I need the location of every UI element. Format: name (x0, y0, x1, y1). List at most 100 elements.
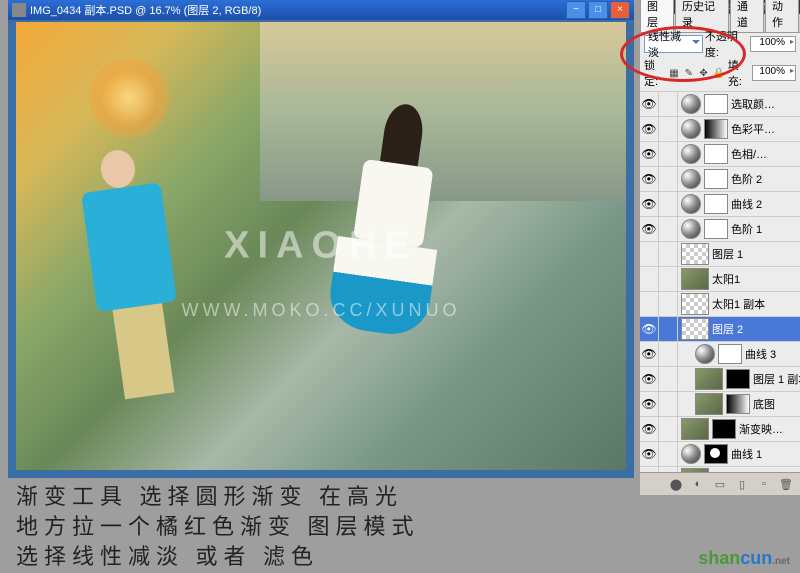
layer-name[interactable]: 色阶 1 (731, 221, 800, 237)
layer-name[interactable]: 色彩平… (731, 121, 800, 137)
layer-thumbnail[interactable] (681, 219, 701, 239)
visibility-toggle[interactable]: 👁 (640, 167, 659, 191)
layer-row[interactable]: 👁 底图 (640, 392, 800, 417)
minimize-button[interactable]: − (566, 1, 586, 19)
visibility-toggle[interactable] (640, 267, 659, 291)
link-cell[interactable] (659, 92, 678, 116)
link-cell[interactable] (659, 192, 678, 216)
layer-mask[interactable] (726, 394, 750, 414)
layer-thumbnail[interactable] (695, 344, 715, 364)
lock-pixels-icon[interactable]: ✎ (683, 66, 695, 80)
link-cell[interactable] (659, 392, 678, 416)
tab-actions[interactable]: 动作 (765, 0, 799, 32)
layer-name[interactable]: 色阶 2 (731, 171, 800, 187)
layer-name[interactable]: 曲线 3 (745, 346, 800, 362)
layer-name[interactable]: 色相/… (731, 146, 800, 162)
maximize-button[interactable]: □ (588, 1, 608, 19)
fx-icon[interactable]: ◐ (690, 476, 706, 492)
layer-thumbnail[interactable] (681, 169, 701, 189)
layer-name[interactable]: 选取颜… (731, 96, 800, 112)
opacity-input[interactable]: 100% (750, 36, 796, 52)
link-cell[interactable] (659, 342, 678, 366)
link-cell[interactable] (659, 417, 678, 441)
blend-mode-dropdown[interactable]: 线性减淡 (644, 35, 703, 53)
layer-row[interactable]: 👁 色阶 1 (640, 217, 800, 242)
new-layer-icon[interactable]: ▫ (756, 476, 772, 492)
layer-thumbnail[interactable] (681, 293, 709, 315)
trash-icon[interactable]: 🗑 (778, 476, 794, 492)
visibility-toggle[interactable]: 👁 (640, 117, 659, 141)
folder-icon[interactable]: ▯ (734, 476, 750, 492)
layer-row[interactable]: 👁 曲线 2 (640, 192, 800, 217)
layer-mask[interactable] (704, 119, 728, 139)
layer-row[interactable]: 👁 色彩平… (640, 117, 800, 142)
layer-thumbnail[interactable] (681, 94, 701, 114)
layer-name[interactable]: 渐变映… (739, 421, 800, 437)
lock-transparency-icon[interactable]: ▦ (668, 66, 680, 80)
layer-name[interactable]: 图层 1 (712, 246, 800, 262)
lock-all-icon[interactable]: 🔒 (712, 66, 724, 80)
fill-input[interactable]: 100% (752, 65, 796, 81)
layer-thumbnail[interactable] (681, 243, 709, 265)
layer-thumbnail[interactable] (681, 418, 709, 440)
layer-row[interactable]: 👁 图层 1 副本 (640, 367, 800, 392)
layer-name[interactable]: 太阳1 副本 (712, 296, 800, 312)
link-cell[interactable] (659, 292, 678, 316)
layer-row[interactable]: 👁 曲线 3 (640, 342, 800, 367)
layer-mask[interactable] (718, 344, 742, 364)
layer-row[interactable]: 👁 色阶 2 (640, 167, 800, 192)
layer-name[interactable]: 图层 2 (712, 321, 800, 337)
visibility-toggle[interactable]: 👁 (640, 417, 659, 441)
layer-thumbnail[interactable] (681, 119, 701, 139)
visibility-toggle[interactable]: 👁 (640, 342, 659, 366)
layer-mask[interactable] (712, 419, 736, 439)
layer-name[interactable]: 曲线 2 (731, 196, 800, 212)
layer-thumbnail[interactable] (695, 393, 723, 415)
link-icon[interactable]: ⬤ (668, 476, 684, 492)
link-cell[interactable] (659, 217, 678, 241)
layer-mask[interactable] (704, 194, 728, 214)
visibility-toggle[interactable]: 👁 (640, 367, 659, 391)
lock-position-icon[interactable]: ✥ (698, 66, 710, 80)
visibility-toggle[interactable]: 👁 (640, 217, 659, 241)
visibility-toggle[interactable]: 👁 (640, 392, 659, 416)
layer-thumbnail[interactable] (695, 368, 723, 390)
link-cell[interactable] (659, 442, 678, 466)
layer-row[interactable]: 👁 图层 2 (640, 317, 800, 342)
layer-thumbnail[interactable] (681, 194, 701, 214)
link-cell[interactable] (659, 167, 678, 191)
canvas[interactable]: XIAOHE WWW.MOKO.CC/XUNUO (16, 22, 626, 470)
layer-mask[interactable] (704, 94, 728, 114)
titlebar[interactable]: IMG_0434 副本.PSD @ 16.7% (图层 2, RGB/8) − … (8, 0, 634, 20)
link-cell[interactable] (659, 242, 678, 266)
layer-mask[interactable] (704, 169, 728, 189)
link-cell[interactable] (659, 267, 678, 291)
visibility-toggle[interactable]: 👁 (640, 92, 659, 116)
layer-mask[interactable] (704, 144, 728, 164)
link-cell[interactable] (659, 142, 678, 166)
layer-name[interactable]: 曲线 1 (731, 446, 800, 462)
layer-row[interactable]: 👁 选取颜… (640, 92, 800, 117)
link-cell[interactable] (659, 367, 678, 391)
visibility-toggle[interactable]: 👁 (640, 317, 659, 341)
layer-thumbnail[interactable] (681, 318, 709, 340)
layer-name[interactable]: 底图 (753, 396, 800, 412)
mask-icon[interactable]: ▭ (712, 476, 728, 492)
layer-mask[interactable] (726, 369, 750, 389)
visibility-toggle[interactable] (640, 242, 659, 266)
visibility-toggle[interactable]: 👁 (640, 142, 659, 166)
layer-row[interactable]: 👁曲线 1 (640, 442, 800, 467)
layer-thumbnail[interactable] (681, 268, 709, 290)
layer-mask[interactable] (704, 219, 728, 239)
layer-row[interactable]: 太阳1 (640, 267, 800, 292)
close-button[interactable]: × (610, 1, 630, 19)
layer-name[interactable]: 图层 1 副本 (753, 371, 800, 387)
layer-name[interactable]: 太阳1 (712, 271, 800, 287)
layer-row[interactable]: 👁 色相/… (640, 142, 800, 167)
layer-row[interactable]: 图层 1 (640, 242, 800, 267)
visibility-toggle[interactable]: 👁 (640, 192, 659, 216)
link-cell[interactable] (659, 117, 678, 141)
visibility-toggle[interactable] (640, 292, 659, 316)
layer-row[interactable]: 太阳1 副本 (640, 292, 800, 317)
layer-thumbnail[interactable] (681, 444, 701, 464)
